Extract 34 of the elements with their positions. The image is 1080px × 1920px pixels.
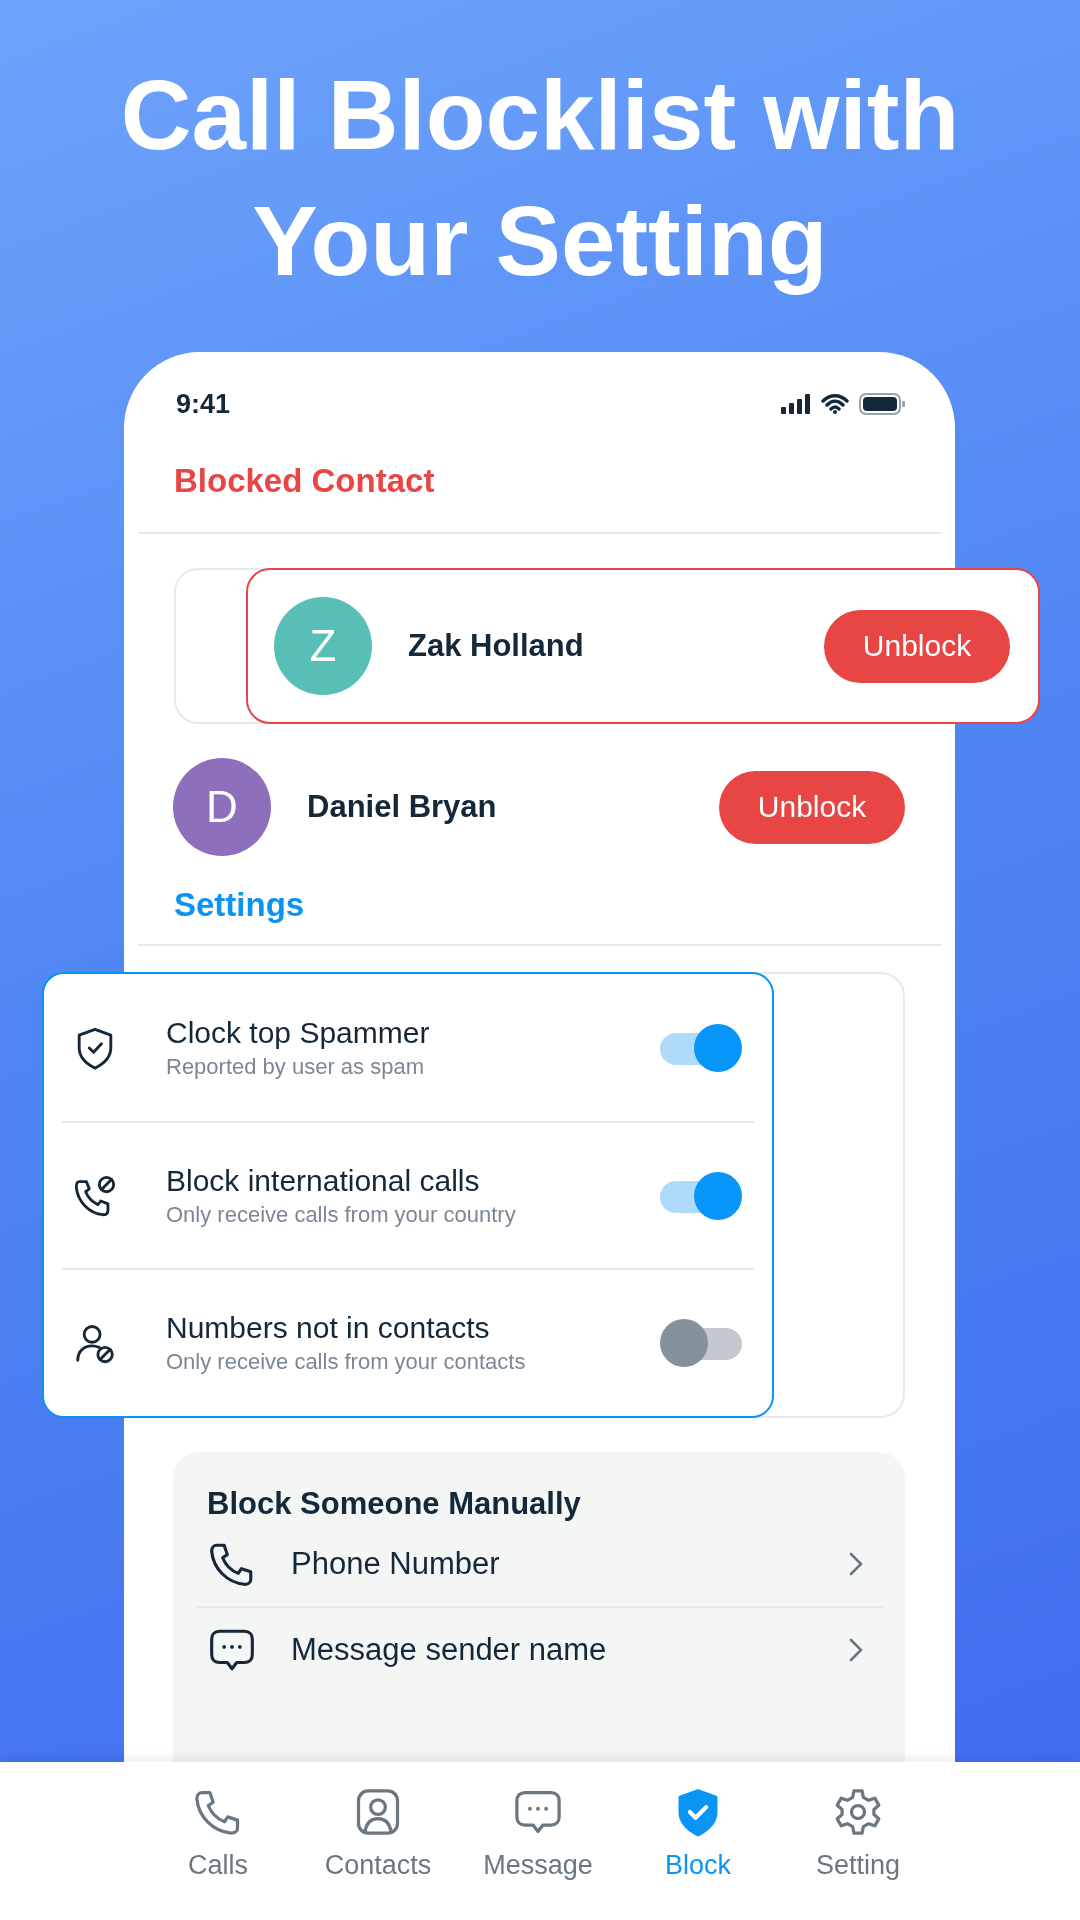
nav-tab[interactable]: Block xyxy=(618,1762,778,1920)
status-time: 9:41 xyxy=(176,388,231,420)
avatar: Z xyxy=(274,597,372,695)
chevron-icon xyxy=(847,1550,865,1578)
toggle-switch[interactable] xyxy=(660,1318,742,1367)
toggle-switch[interactable] xyxy=(660,1171,742,1220)
avatar: D xyxy=(173,758,271,856)
menu-item[interactable]: Phone Number xyxy=(195,1522,883,1606)
setting-subtitle: Only receive calls from your contacts xyxy=(166,1348,527,1375)
menu-label: Message sender name xyxy=(291,1632,608,1668)
signal-icon xyxy=(781,394,811,414)
nav-tab[interactable]: Message xyxy=(458,1762,618,1920)
section-title: Settings xyxy=(173,886,306,925)
wifi-icon xyxy=(821,394,849,414)
nav-tab[interactable]: Contacts xyxy=(298,1762,458,1920)
nav-tab[interactable]: Setting xyxy=(778,1762,938,1920)
unblock-button[interactable]: Unblock xyxy=(824,609,1010,683)
setting-title: Clock top Spammer xyxy=(166,1015,431,1050)
panel-title: Block Someone Manually xyxy=(206,1486,582,1522)
nav-tab[interactable]: Calls xyxy=(138,1762,298,1920)
setting-title: Block international calls xyxy=(166,1163,481,1198)
toggle-switch[interactable] xyxy=(660,1023,742,1072)
chevron-icon xyxy=(847,1636,865,1664)
menu-label: Phone Number xyxy=(291,1546,501,1582)
setting-subtitle: Only receive calls from your country xyxy=(166,1201,517,1228)
menu-item[interactable]: Message sender name xyxy=(195,1606,883,1692)
unblock-button[interactable]: Unblock xyxy=(719,770,905,844)
contact-name: Daniel Bryan xyxy=(307,789,498,825)
contact-name: Zak Holland xyxy=(408,628,585,664)
section-title: Blocked Contact xyxy=(173,461,436,501)
setting-subtitle: Reported by user as spam xyxy=(166,1053,426,1080)
battery-icon xyxy=(859,393,905,415)
headline: Call Blocklist with Your Setting xyxy=(119,59,961,298)
setting-title: Numbers not in contacts xyxy=(166,1310,491,1345)
